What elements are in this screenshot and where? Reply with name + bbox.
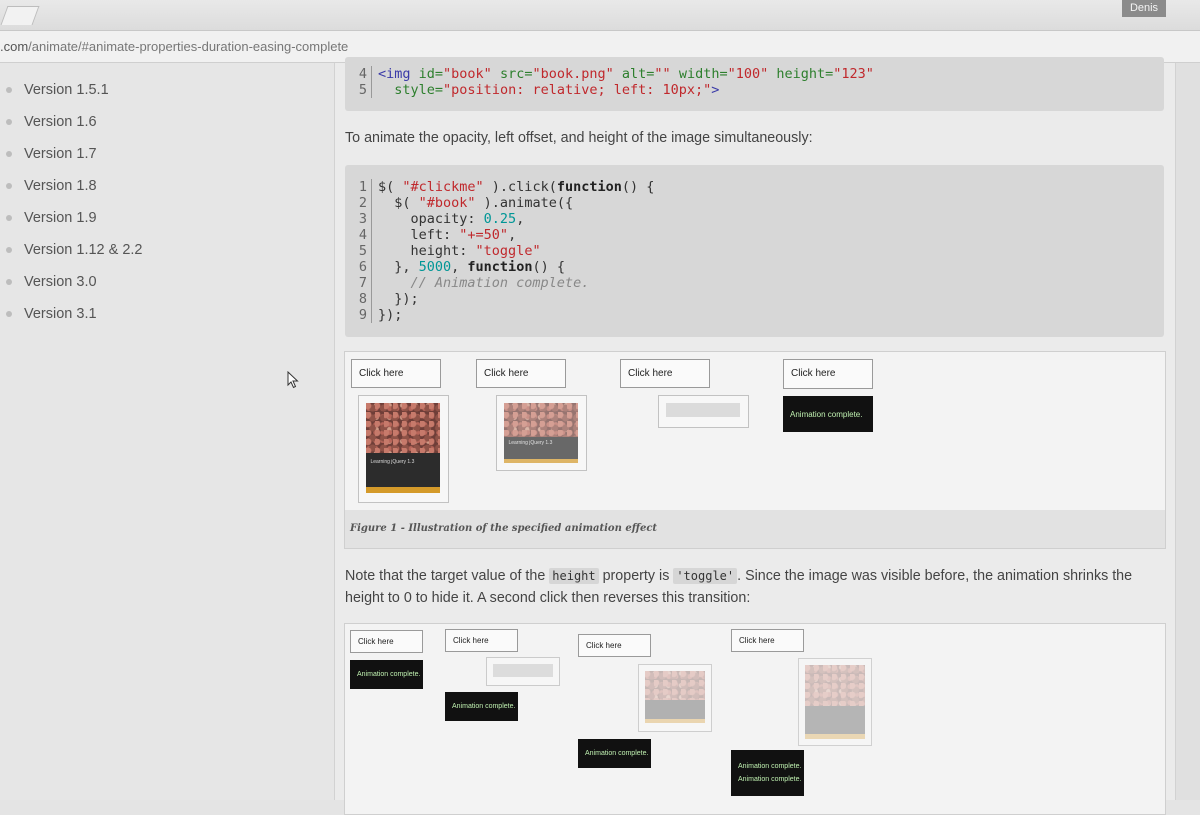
inline-code-height: height xyxy=(549,568,599,584)
mouse-cursor-icon xyxy=(287,371,299,389)
book-cover-image xyxy=(645,671,705,723)
line-number: 5 xyxy=(358,243,367,259)
browser-tab[interactable] xyxy=(0,6,40,25)
user-profile-badge[interactable]: Denis xyxy=(1122,0,1166,17)
animation-complete-message: Animation complete. xyxy=(445,692,518,721)
code-line: 4 <img id="book" src="book.png" alt="" wi… xyxy=(345,66,874,82)
code-line: 9}); xyxy=(345,307,402,323)
click-here-button[interactable]: Click here xyxy=(783,359,873,389)
animation-complete-text: Animation complete. xyxy=(738,763,802,770)
sidebar-item-version-1-12-2-2[interactable]: Version 1.12 & 2.2 xyxy=(6,240,143,260)
code-block-img-markup: 4 <img id="book" src="book.png" alt="" wi… xyxy=(345,57,1164,111)
line-number: 3 xyxy=(358,211,367,227)
bullet-icon xyxy=(6,87,12,93)
browser-tab-strip: Denis xyxy=(0,0,1200,31)
book-image-frame xyxy=(798,658,872,746)
sidebar-item-label: Version 3.1 xyxy=(24,306,97,322)
book-image-frame: Learning jQuery 1.3 xyxy=(358,395,449,503)
sidebar-item-label: Version 1.7 xyxy=(24,146,97,162)
note-text: property is xyxy=(598,568,674,584)
sidebar-item-version-3-0[interactable]: Version 3.0 xyxy=(6,272,97,292)
sidebar-item-version-3-1[interactable]: Version 3.1 xyxy=(6,304,97,324)
bullet-icon xyxy=(6,311,12,317)
sidebar-item-label: Version 1.5.1 xyxy=(24,82,109,98)
version-sidebar: Version 1.5.1 Version 1.6 Version 1.7 Ve… xyxy=(0,63,335,800)
code-line: 2 $( "#book" ).animate({ xyxy=(345,195,573,211)
book-cover-image xyxy=(666,403,740,417)
code-line: 7 // Animation complete. xyxy=(345,275,589,291)
figure-caption: Figure 1 - Illustration of the specified… xyxy=(345,510,1165,548)
book-image-frame xyxy=(658,395,749,428)
sidebar-item-label: Version 1.12 & 2.2 xyxy=(24,242,143,258)
note-text: Note that the target value of the xyxy=(345,568,550,584)
book-cover-image: Learning jQuery 1.3 xyxy=(366,403,440,493)
sidebar-item-label: Version 3.0 xyxy=(24,274,97,290)
sidebar-item-label: Version 1.9 xyxy=(24,210,97,226)
url-path: /animate/#animate-properties-duration-ea… xyxy=(28,39,349,54)
main-content: 4 <img id="book" src="book.png" alt="" wi… xyxy=(335,57,1175,815)
animation-complete-message: Animation complete. xyxy=(578,739,651,768)
sidebar-item-version-1-8[interactable]: Version 1.8 xyxy=(6,176,97,196)
book-image-frame: Learning jQuery 1.3 xyxy=(496,395,587,471)
code-block-animate: 1 $( "#clickme" ).click(function() { 2 $(… xyxy=(345,165,1164,337)
line-number: 4 xyxy=(358,66,367,82)
url-domain: .com xyxy=(0,39,29,54)
sidebar-item-version-1-9[interactable]: Version 1.9 xyxy=(6,208,97,228)
book-cover-image xyxy=(805,665,865,739)
code-line: 4 left: "+=50", xyxy=(345,227,516,243)
click-here-button[interactable]: Click here xyxy=(620,359,710,388)
click-here-button[interactable]: Click here xyxy=(476,359,566,388)
intro-paragraph: To animate the opacity, left offset, and… xyxy=(345,130,813,146)
animation-complete-message-double: Animation complete. Animation complete. xyxy=(731,750,804,796)
click-here-button[interactable]: Click here xyxy=(351,359,441,388)
bullet-icon xyxy=(6,279,12,285)
code-line: 5 height: "toggle" xyxy=(345,243,541,259)
page-scrollbar[interactable] xyxy=(1175,63,1200,800)
click-here-button[interactable]: Click here xyxy=(350,630,423,653)
animation-complete-message: Animation complete. xyxy=(350,660,423,689)
figure-reverse-animation: Click here Animation complete. Click her… xyxy=(344,623,1166,815)
click-here-button[interactable]: Click here xyxy=(731,629,804,652)
bullet-icon xyxy=(6,215,12,221)
line-number: 5 xyxy=(358,82,367,98)
inline-code-toggle: 'toggle' xyxy=(673,568,738,584)
book-image-frame xyxy=(638,664,712,732)
animation-complete-text: Animation complete. xyxy=(738,776,802,783)
figure-animation-illustration: Click here Learning jQuery 1.3 Click her… xyxy=(344,351,1166,549)
bullet-icon xyxy=(6,119,12,125)
book-image-frame xyxy=(486,657,560,686)
bullet-icon xyxy=(6,151,12,157)
book-cover-title: Learning jQuery 1.3 xyxy=(370,458,415,465)
code-line: 8 }); xyxy=(345,291,419,307)
sidebar-item-label: Version 1.8 xyxy=(24,178,97,194)
line-number: 2 xyxy=(358,195,367,211)
code-line: 1 $( "#clickme" ).click(function() { xyxy=(345,179,654,195)
bullet-icon xyxy=(6,247,12,253)
book-cover-image xyxy=(493,664,553,677)
line-number: 4 xyxy=(358,227,367,243)
url-text[interactable]: .com/animate/#animate-properties-duratio… xyxy=(0,39,348,54)
animation-complete-message: Animation complete. xyxy=(783,396,873,432)
code-line: 3 opacity: 0.25, xyxy=(345,211,524,227)
book-cover-title: Learning jQuery 1.3 xyxy=(508,440,553,447)
book-cover-image: Learning jQuery 1.3 xyxy=(504,403,578,463)
line-number: 1 xyxy=(358,179,367,195)
line-number: 8 xyxy=(358,291,367,307)
sidebar-item-version-1-6[interactable]: Version 1.6 xyxy=(6,112,97,132)
sidebar-item-version-1-5-1[interactable]: Version 1.5.1 xyxy=(6,80,109,100)
sidebar-item-label: Version 1.6 xyxy=(24,114,97,130)
line-number: 9 xyxy=(358,307,367,323)
code-line: 5 style="position: relative; left: 10px;… xyxy=(345,82,719,98)
click-here-button[interactable]: Click here xyxy=(578,634,651,657)
code-line: 6 }, 5000, function() { xyxy=(345,259,565,275)
note-paragraph: Note that the target value of the height… xyxy=(345,565,1165,609)
line-number: 6 xyxy=(358,259,367,275)
sidebar-item-version-1-7[interactable]: Version 1.7 xyxy=(6,144,97,164)
line-number: 7 xyxy=(358,275,367,291)
bullet-icon xyxy=(6,183,12,189)
click-here-button[interactable]: Click here xyxy=(445,629,518,652)
